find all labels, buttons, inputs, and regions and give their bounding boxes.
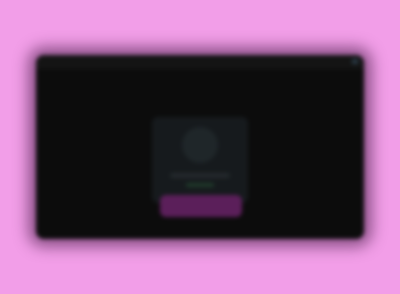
window-control-icon[interactable]: [352, 59, 358, 64]
window-content: [36, 69, 364, 239]
card-heading: [170, 173, 230, 178]
profile-card: [152, 117, 248, 203]
app-window: [36, 55, 364, 239]
avatar: [182, 127, 218, 163]
window-titlebar: [36, 55, 364, 69]
desktop-background: [0, 0, 400, 294]
primary-action-button[interactable]: [160, 195, 242, 217]
card-subtext: [186, 183, 214, 187]
